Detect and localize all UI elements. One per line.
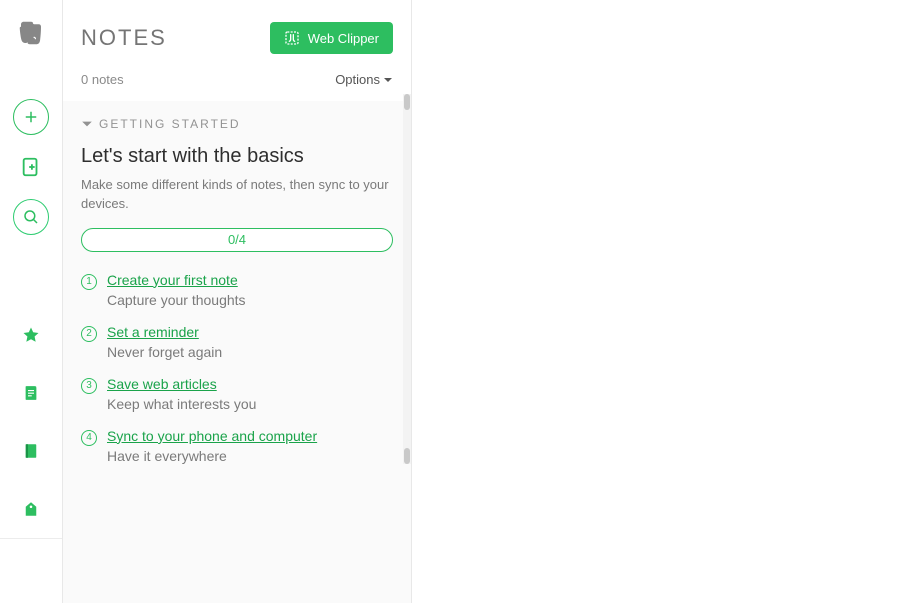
scrollbar-down-button[interactable] bbox=[404, 448, 410, 464]
step-desc: Keep what interests you bbox=[107, 396, 256, 412]
step-link-sync[interactable]: Sync to your phone and computer bbox=[107, 428, 317, 444]
step-desc: Capture your thoughts bbox=[107, 292, 246, 308]
search-button[interactable] bbox=[13, 199, 49, 235]
step-number: 4 bbox=[81, 430, 97, 446]
step-link-create-note[interactable]: Create your first note bbox=[107, 272, 238, 288]
notes-list-panel: NOTES Web Clipper 0 notes Options bbox=[62, 0, 412, 603]
options-button[interactable]: Options bbox=[335, 72, 393, 87]
note-count: 0 notes bbox=[81, 72, 124, 87]
page-title: NOTES bbox=[81, 25, 167, 51]
notes-icon[interactable] bbox=[19, 381, 43, 405]
content-area bbox=[412, 0, 900, 603]
scrollbar-track[interactable] bbox=[403, 94, 411, 464]
step-number: 2 bbox=[81, 326, 97, 342]
basics-subtitle: Make some different kinds of notes, then… bbox=[81, 176, 393, 214]
add-note-button[interactable] bbox=[13, 99, 49, 135]
evernote-logo-icon bbox=[16, 18, 46, 53]
step-number: 3 bbox=[81, 378, 97, 394]
list-header: NOTES Web Clipper 0 notes Options bbox=[63, 0, 411, 101]
step-desc: Never forget again bbox=[107, 344, 222, 360]
step-link-set-reminder[interactable]: Set a reminder bbox=[107, 324, 199, 340]
section-label: GETTING STARTED bbox=[99, 117, 241, 131]
tags-icon[interactable] bbox=[19, 497, 43, 521]
progress-indicator: 0/4 bbox=[81, 228, 393, 252]
getting-started-header[interactable]: GETTING STARTED bbox=[81, 117, 393, 131]
getting-started-section: Let's start with the basics Make some di… bbox=[81, 145, 393, 464]
step-item: 1 Create your first note Capture your th… bbox=[81, 272, 393, 308]
notebooks-icon[interactable] bbox=[19, 439, 43, 463]
step-item: 4 Sync to your phone and computer Have i… bbox=[81, 428, 393, 464]
chevron-down-icon bbox=[81, 118, 93, 130]
options-label: Options bbox=[335, 72, 380, 87]
sidebar-rail bbox=[0, 0, 62, 603]
progress-text: 0/4 bbox=[228, 232, 246, 247]
chevron-down-icon bbox=[383, 75, 393, 85]
step-link-save-web[interactable]: Save web articles bbox=[107, 376, 217, 392]
step-desc: Have it everywhere bbox=[107, 448, 317, 464]
step-item: 3 Save web articles Keep what interests … bbox=[81, 376, 393, 412]
step-item: 2 Set a reminder Never forget again bbox=[81, 324, 393, 360]
new-notebook-button[interactable] bbox=[13, 149, 49, 185]
web-clipper-button[interactable]: Web Clipper bbox=[270, 22, 393, 54]
web-clipper-label: Web Clipper bbox=[308, 31, 379, 46]
scrollbar-up-button[interactable] bbox=[404, 94, 410, 110]
basics-title: Let's start with the basics bbox=[81, 145, 393, 168]
clipper-icon bbox=[284, 30, 300, 46]
shortcuts-icon[interactable] bbox=[19, 323, 43, 347]
step-number: 1 bbox=[81, 274, 97, 290]
rail-divider bbox=[0, 538, 62, 539]
scroll-area[interactable]: GETTING STARTED Let's start with the bas… bbox=[63, 101, 411, 603]
